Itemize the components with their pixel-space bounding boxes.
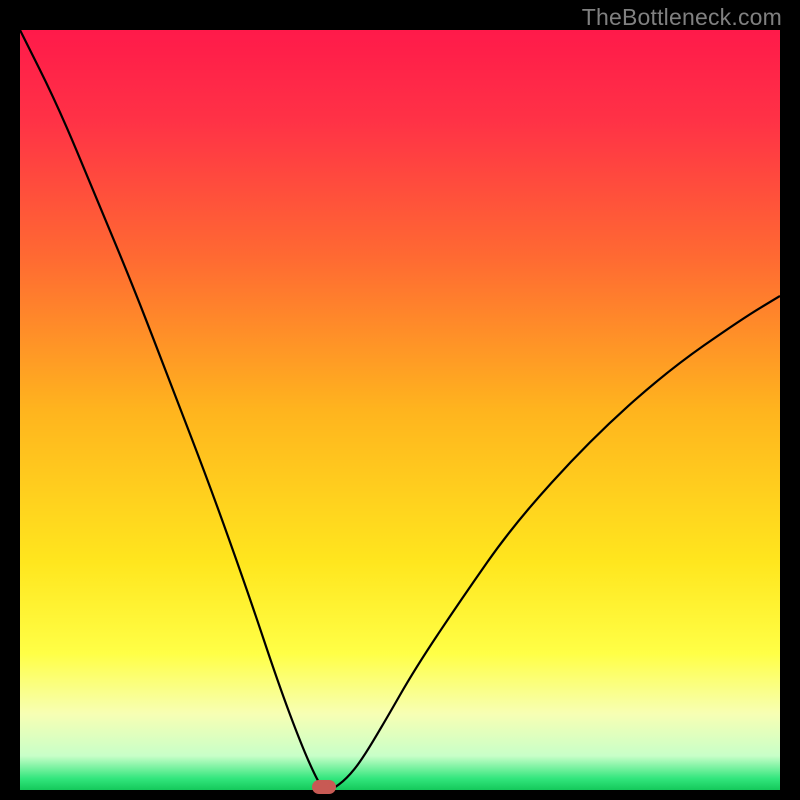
gradient-background xyxy=(20,30,780,790)
chart-frame: TheBottleneck.com xyxy=(0,0,800,800)
watermark-text: TheBottleneck.com xyxy=(582,4,782,31)
plot-svg xyxy=(20,30,780,790)
plot-area xyxy=(20,30,780,790)
optimum-marker xyxy=(312,780,336,794)
